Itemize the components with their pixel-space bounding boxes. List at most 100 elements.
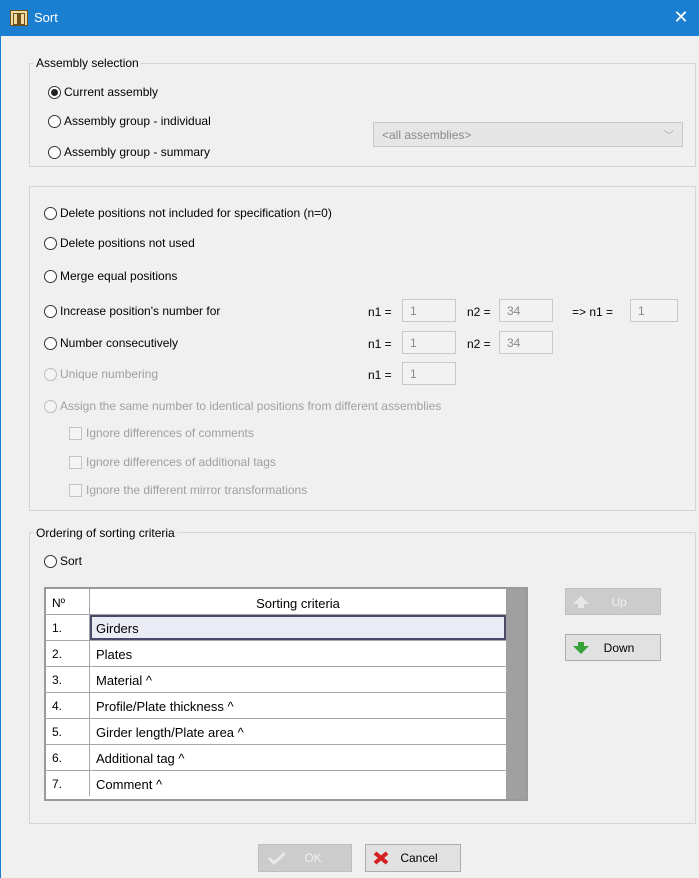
cross-icon	[373, 851, 389, 865]
radio-unique-numbering[interactable]: Unique numbering	[44, 367, 158, 381]
assembly-selection-legend: Assembly selection	[34, 56, 141, 70]
consecutive-n1-field[interactable]: 1	[402, 331, 456, 354]
radio-circle	[48, 114, 61, 128]
window-title: Sort	[34, 10, 58, 25]
radio-circle	[44, 304, 57, 318]
radio-increase-number[interactable]: Increase position's number for	[44, 304, 220, 318]
table-row[interactable]: 2. Plates	[46, 641, 506, 667]
checkbox-ignore-additional-tags[interactable]: Ignore differences of additional tags	[69, 455, 276, 469]
radio-assign-same-number[interactable]: Assign the same number to identical posi…	[44, 399, 441, 413]
row-criteria: Material ^	[96, 673, 152, 688]
arrow-up-icon	[573, 595, 589, 608]
increase-n1-field[interactable]: 1	[402, 299, 456, 322]
up-button[interactable]: Up	[565, 588, 661, 615]
row-criteria: Additional tag ^	[96, 751, 185, 766]
checkbox-ignore-comments[interactable]: Ignore differences of comments	[69, 426, 254, 440]
column-header-no: Nº	[46, 589, 90, 615]
assembly-combo[interactable]: <all assemblies> ﹀	[373, 122, 683, 147]
radio-number-consecutively[interactable]: Number consecutively	[44, 336, 178, 350]
chevron-down-icon: ﹀	[664, 131, 674, 142]
row-criteria: Comment ^	[96, 777, 163, 792]
arrow-down-icon	[573, 641, 589, 654]
sorting-criteria-table: Nº Sorting criteria 1. Girders 2. Plates…	[44, 587, 528, 801]
radio-delete-not-included[interactable]: Delete positions not included for specif…	[44, 206, 332, 220]
ok-button[interactable]: OK	[258, 844, 352, 872]
increase-result-label: => n1 =	[572, 305, 614, 319]
consecutive-n2-field[interactable]: 34	[499, 331, 553, 354]
ok-button-label: OK	[304, 851, 322, 865]
checkbox-box	[69, 426, 82, 440]
radio-delete-not-used[interactable]: Delete positions not used	[44, 236, 195, 250]
radio-circle	[44, 206, 57, 220]
radio-label: Number consecutively	[60, 336, 179, 350]
radio-circle	[48, 145, 61, 159]
radio-label: Assembly group - individual	[64, 114, 211, 128]
radio-label: Current assembly	[64, 85, 159, 99]
radio-circle	[44, 236, 57, 250]
up-button-label: Up	[611, 594, 627, 609]
table-row[interactable]: 6. Additional tag ^	[46, 745, 506, 771]
row-number: 4.	[46, 693, 90, 718]
window-border	[0, 36, 1, 878]
radio-assembly-group-summary[interactable]: Assembly group - summary	[48, 145, 210, 159]
ordering-legend: Ordering of sorting criteria	[34, 526, 177, 540]
radio-label: Delete positions not used	[60, 236, 195, 250]
radio-assembly-group-individual[interactable]: Assembly group - individual	[48, 114, 211, 128]
checkbox-label: Ignore the different mirror transformati…	[86, 483, 308, 497]
increase-result-field[interactable]: 1	[630, 299, 678, 322]
radio-label: Increase position's number for	[60, 304, 221, 318]
table-row[interactable]: 1. Girders	[46, 615, 506, 641]
row-number: 1.	[46, 615, 90, 640]
radio-circle	[44, 367, 57, 381]
radio-circle	[44, 336, 57, 350]
unique-n1-label: n1 =	[368, 368, 392, 382]
radio-label: Unique numbering	[60, 367, 159, 381]
table-row[interactable]: 4. Profile/Plate thickness ^	[46, 693, 506, 719]
combo-value: <all assemblies>	[382, 128, 472, 142]
row-number: 5.	[46, 719, 90, 744]
row-number: 2.	[46, 641, 90, 666]
row-criteria: Plates	[96, 647, 133, 662]
down-button-label: Down	[603, 640, 635, 655]
row-number: 6.	[46, 745, 90, 770]
consecutive-n2-label: n2 =	[467, 337, 491, 351]
row-number: 7.	[46, 771, 90, 796]
checkbox-label: Ignore differences of comments	[86, 426, 254, 440]
close-icon[interactable]: ✕	[663, 0, 699, 36]
increase-n2-label: n2 =	[467, 305, 491, 319]
check-icon	[267, 851, 287, 865]
checkbox-label: Ignore differences of additional tags	[86, 455, 276, 469]
table-scrollbar[interactable]	[506, 589, 526, 799]
row-number: 3.	[46, 667, 90, 692]
increase-n1-label: n1 =	[368, 305, 392, 319]
checkbox-ignore-mirror[interactable]: Ignore the different mirror transformati…	[69, 483, 307, 497]
radio-label: Delete positions not included for specif…	[60, 206, 332, 220]
radio-circle	[48, 85, 61, 99]
title-bar: Sort ✕	[0, 0, 699, 36]
table-row[interactable]: 7. Comment ^	[46, 771, 506, 797]
row-criteria: Girders	[90, 615, 506, 640]
row-criteria: Girder length/Plate area ^	[96, 725, 244, 740]
radio-label: Assembly group - summary	[64, 145, 211, 159]
radio-circle	[44, 269, 57, 283]
radio-merge-equal[interactable]: Merge equal positions	[44, 269, 177, 283]
radio-label: Sort	[60, 554, 83, 568]
radio-current-assembly[interactable]: Current assembly	[48, 85, 158, 99]
row-criteria: Profile/Plate thickness ^	[96, 699, 234, 714]
consecutive-n1-label: n1 =	[368, 337, 392, 351]
column-header-criteria: Sorting criteria	[256, 596, 340, 611]
table-row[interactable]: 3. Material ^	[46, 667, 506, 693]
unique-n1-field[interactable]: 1	[402, 362, 456, 385]
app-icon	[10, 10, 28, 26]
table-row[interactable]: 5. Girder length/Plate area ^	[46, 719, 506, 745]
table-header: Nº Sorting criteria	[46, 589, 506, 615]
radio-label: Merge equal positions	[60, 269, 178, 283]
checkbox-box	[69, 455, 82, 469]
checkbox-box	[69, 483, 82, 497]
radio-sort[interactable]: Sort	[44, 554, 82, 568]
radio-circle	[44, 554, 57, 568]
cancel-button[interactable]: Cancel	[365, 844, 461, 872]
radio-label: Assign the same number to identical posi…	[60, 399, 442, 413]
increase-n2-field[interactable]: 34	[499, 299, 553, 322]
down-button[interactable]: Down	[565, 634, 661, 661]
